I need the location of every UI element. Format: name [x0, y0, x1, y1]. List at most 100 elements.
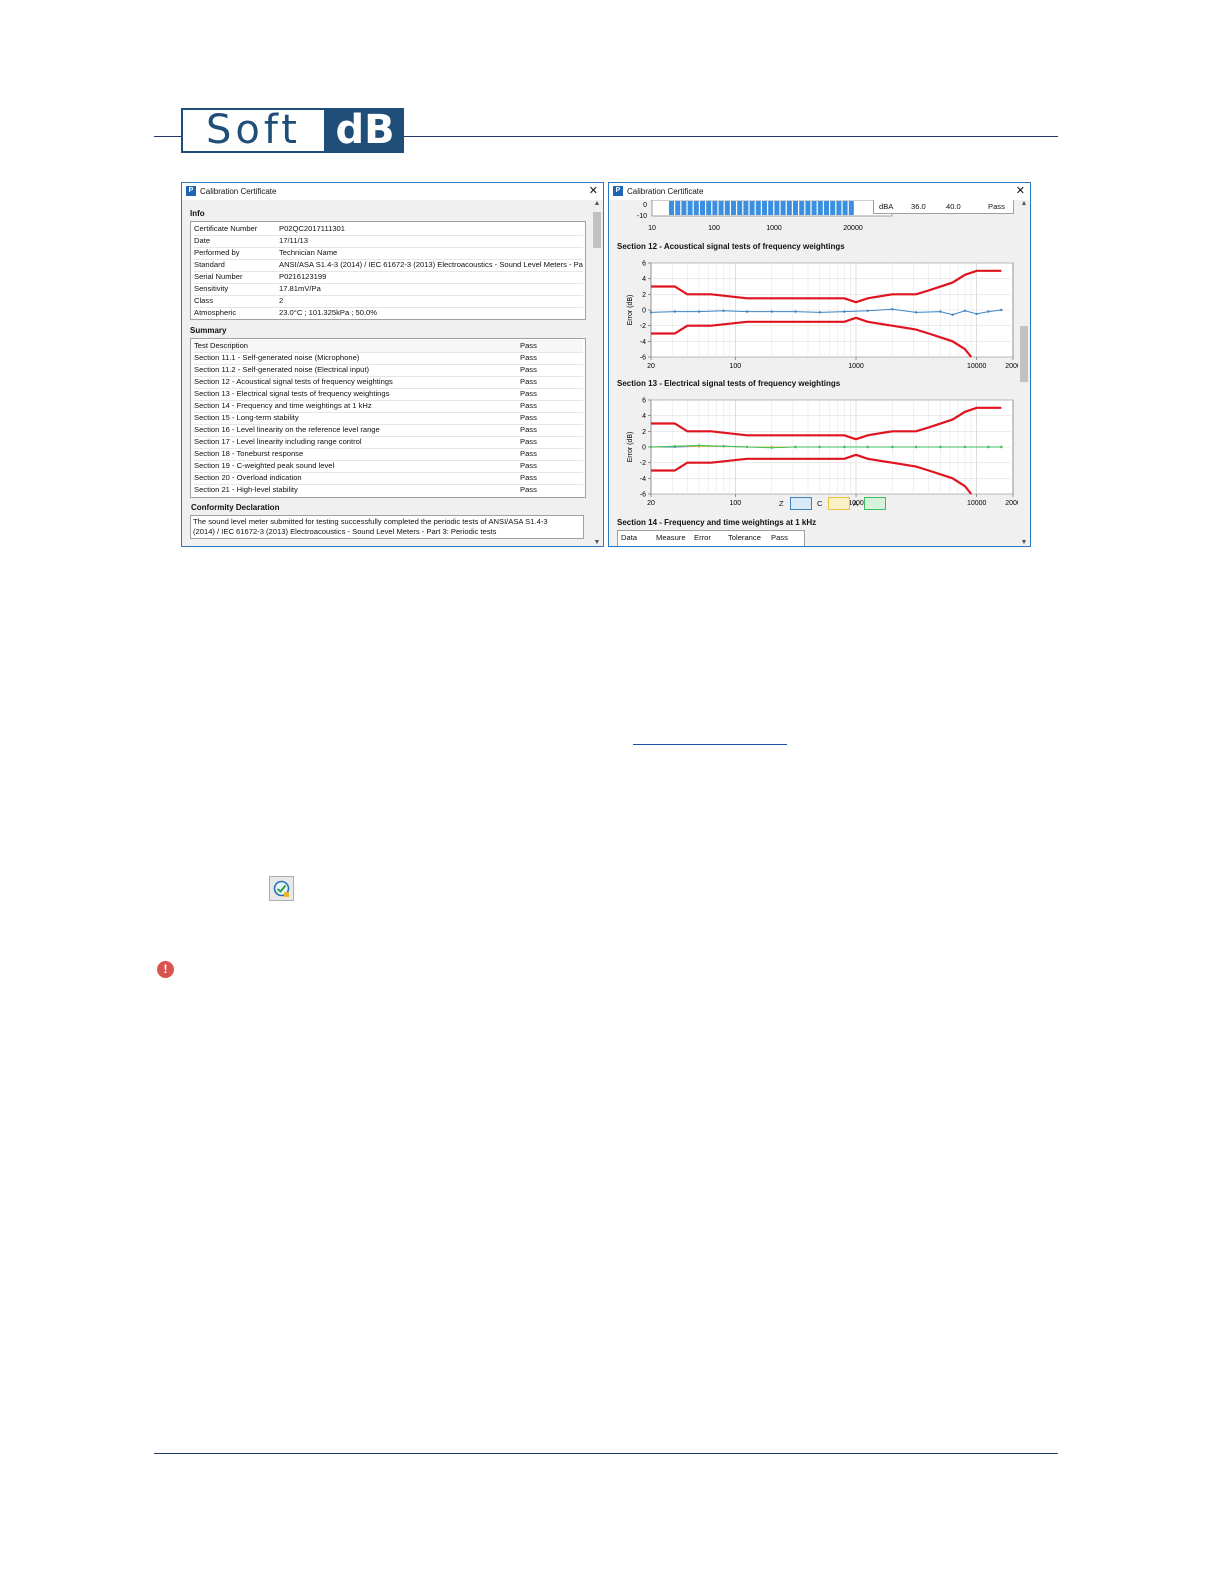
info-value: 2 — [279, 296, 284, 305]
summary-result: Pass — [520, 401, 537, 410]
summary-result: Pass — [520, 425, 537, 434]
dba-cell: 36.0 — [911, 202, 926, 211]
data-point — [649, 445, 653, 449]
dba-cell: Pass — [988, 202, 1005, 211]
section12-title: Section 12 - Acoustical signal tests of … — [617, 242, 845, 251]
section13-chart: 6420-2-4-6201001000100002000Error (dB) — [627, 398, 1018, 508]
spectrum-bar — [669, 201, 674, 215]
y-tick-label: 6 — [642, 261, 646, 268]
info-heading: Info — [190, 209, 205, 218]
spectrum-bar — [817, 201, 823, 215]
summary-result: Pass — [520, 413, 537, 422]
softdb-logo: Soft dB — [181, 108, 404, 153]
section14-header: Measure — [656, 533, 686, 542]
strip-xtick: 1000 — [766, 225, 782, 232]
data-point — [951, 313, 954, 316]
data-point — [697, 310, 701, 313]
right-scrollbar[interactable]: ▲ ▼ — [1018, 200, 1030, 546]
summary-result: Pass — [520, 353, 537, 362]
spectrum-bar — [762, 201, 767, 215]
right-scroll-thumb[interactable] — [1020, 326, 1028, 382]
dba-result-table: dBA 36.0 40.0 Pass — [873, 200, 1014, 214]
strip-ytick: -10 — [637, 213, 647, 220]
logo-db: dB — [326, 108, 404, 153]
section14-title: Section 14 - Frequency and time weightin… — [617, 518, 817, 527]
summary-result: Pass — [520, 389, 537, 398]
spectrum-bar — [793, 201, 798, 215]
dba-cell: 40.0 — [946, 202, 961, 211]
spectrum-bar — [718, 201, 724, 215]
y-tick-label: 4 — [642, 276, 646, 283]
scroll-down-icon[interactable]: ▼ — [1018, 539, 1030, 546]
spectrum-bar — [675, 201, 681, 215]
summary-desc: Section 11.2 - Self-generated noise (Ele… — [194, 365, 370, 374]
spectrum-bar — [731, 201, 736, 215]
close-icon[interactable]: ✕ — [589, 183, 598, 200]
section14-header: Data — [621, 533, 638, 542]
hyperlink-underline[interactable] — [633, 744, 787, 745]
right-title-bar: P Calibration Certificate ✕ — [609, 183, 1030, 200]
spectrum-bar — [786, 201, 792, 215]
y-tick-label: 2 — [642, 429, 646, 436]
close-icon[interactable]: ✕ — [1016, 183, 1025, 200]
data-point — [891, 445, 894, 449]
spectrum-bar — [712, 201, 718, 215]
footer-rule — [154, 1453, 1058, 1454]
data-point — [975, 312, 978, 316]
spectrum-bar — [700, 201, 705, 215]
data-point — [1000, 308, 1003, 312]
info-value: Technician Name — [279, 248, 338, 257]
spectrum-bar — [768, 201, 774, 215]
data-point — [722, 445, 725, 448]
right-content: 0 -10 10 100 1000 20000 dBA 36.0 40.0 Pa… — [609, 200, 1018, 546]
info-label: Class — [194, 296, 213, 305]
left-window-title: Calibration Certificate — [200, 187, 277, 196]
legend-label-c: C — [817, 499, 823, 508]
data-point — [939, 445, 942, 449]
conformity-text-box: The sound level meter submitted for test… — [190, 515, 584, 539]
scroll-up-icon[interactable]: ▲ — [591, 200, 603, 207]
data-point — [818, 311, 821, 314]
spectrum-bar — [737, 201, 743, 215]
conformity-line-1: The sound level meter submitted for test… — [193, 517, 548, 526]
summary-desc: Section 13 - Electrical signal tests of … — [194, 389, 390, 398]
spectrum-bar — [774, 201, 780, 215]
data-point — [1000, 445, 1003, 449]
summary-heading: Summary — [190, 326, 227, 335]
spectrum-bar — [848, 201, 854, 215]
y-axis-label: Error (dB) — [627, 295, 634, 326]
app-icon: P — [613, 186, 623, 196]
summary-row: Section 21 - High-level stability Pass — [194, 484, 583, 496]
spectrum-bar — [830, 201, 836, 215]
scroll-down-icon[interactable]: ▼ — [591, 539, 603, 546]
data-point — [673, 310, 677, 313]
scroll-up-icon[interactable]: ▲ — [1018, 200, 1030, 207]
x-tick-label: 100 — [729, 363, 741, 370]
left-scroll-thumb[interactable] — [593, 212, 601, 248]
info-value: P0216123199 — [279, 272, 327, 281]
info-label: Atmospheric — [194, 308, 237, 317]
data-point — [891, 308, 894, 311]
data-point — [794, 310, 797, 313]
data-point — [649, 311, 653, 314]
apply-button[interactable] — [269, 876, 294, 901]
summary-result: Pass — [520, 437, 537, 446]
summary-result: Pass — [520, 461, 537, 470]
left-content: Info Certificate Number P02QC2017111301 D… — [182, 200, 591, 546]
spectrum-bar — [706, 201, 712, 215]
left-scrollbar[interactable]: ▲ ▼ — [591, 200, 603, 546]
summary-result: Pass — [520, 365, 537, 374]
data-point — [697, 444, 701, 447]
data-point — [843, 445, 846, 449]
summary-result: Pass — [520, 473, 537, 482]
info-value: ANSI/ASA S1.4-3 (2014) / IEC 61672-3 (20… — [279, 260, 583, 269]
data-point — [745, 310, 749, 313]
app-icon: P — [186, 186, 196, 196]
data-point — [818, 445, 821, 449]
data-point — [939, 310, 942, 313]
data-point — [963, 445, 967, 449]
spectrum-bar — [687, 201, 693, 215]
header-rule-left — [154, 136, 182, 137]
summary-desc: Section 18 - Toneburst response — [194, 449, 304, 458]
summary-desc: Section 16 - Level linearity on the refe… — [194, 425, 380, 434]
